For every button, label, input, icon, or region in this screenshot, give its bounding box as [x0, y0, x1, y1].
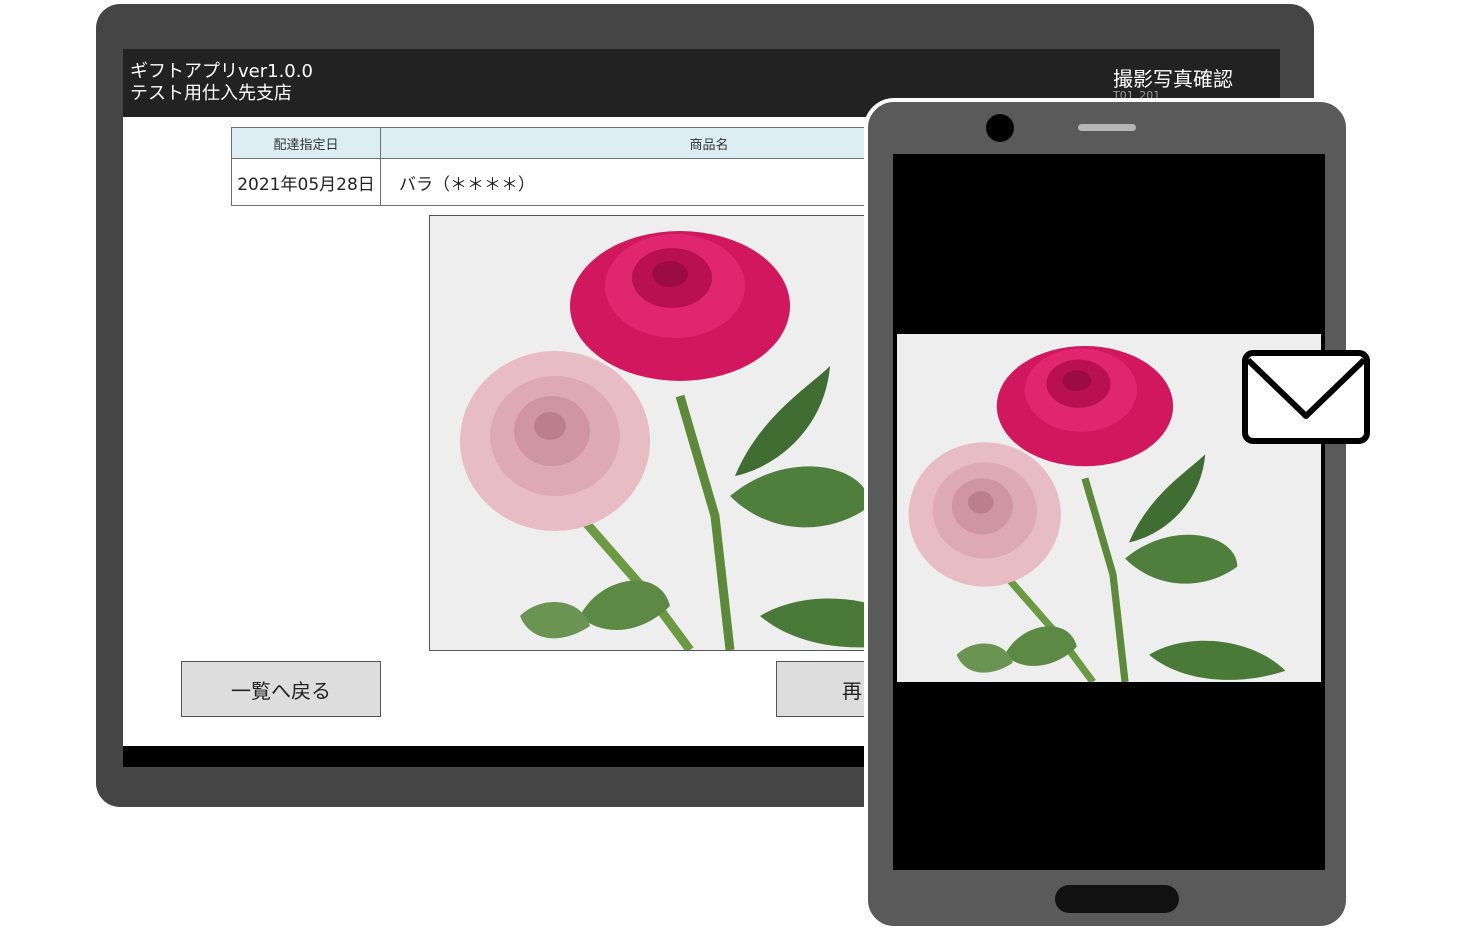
- store-name: テスト用仕入先支店: [130, 83, 292, 104]
- phone-device: [864, 98, 1350, 930]
- back-to-list-button[interactable]: 一覧へ戻る: [181, 661, 381, 717]
- home-button[interactable]: [1055, 885, 1179, 913]
- phone-screen: [893, 154, 1325, 870]
- app-title: ギフトアプリver1.0.0: [130, 61, 313, 82]
- header-delivery-date: 配達指定日: [231, 127, 381, 159]
- screen-title: 撮影写真確認: [1113, 67, 1233, 91]
- mail-icon: [1242, 350, 1370, 444]
- cell-delivery-date: 2021年05月28日: [231, 158, 381, 206]
- camera-icon: [986, 114, 1014, 142]
- speaker-icon: [1078, 124, 1136, 131]
